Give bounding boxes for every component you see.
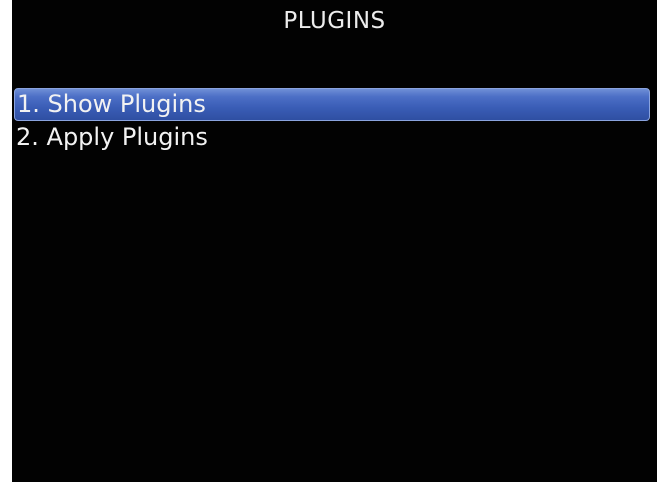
- menu-item-show-plugins[interactable]: 1. Show Plugins: [14, 88, 650, 121]
- device-screen: PLUGINS 1. Show Plugins 2. Apply Plugins: [12, 0, 657, 482]
- menu-item-apply-plugins[interactable]: 2. Apply Plugins: [14, 121, 650, 154]
- plugins-menu: 1. Show Plugins 2. Apply Plugins: [12, 88, 657, 154]
- page-title: PLUGINS: [283, 8, 386, 34]
